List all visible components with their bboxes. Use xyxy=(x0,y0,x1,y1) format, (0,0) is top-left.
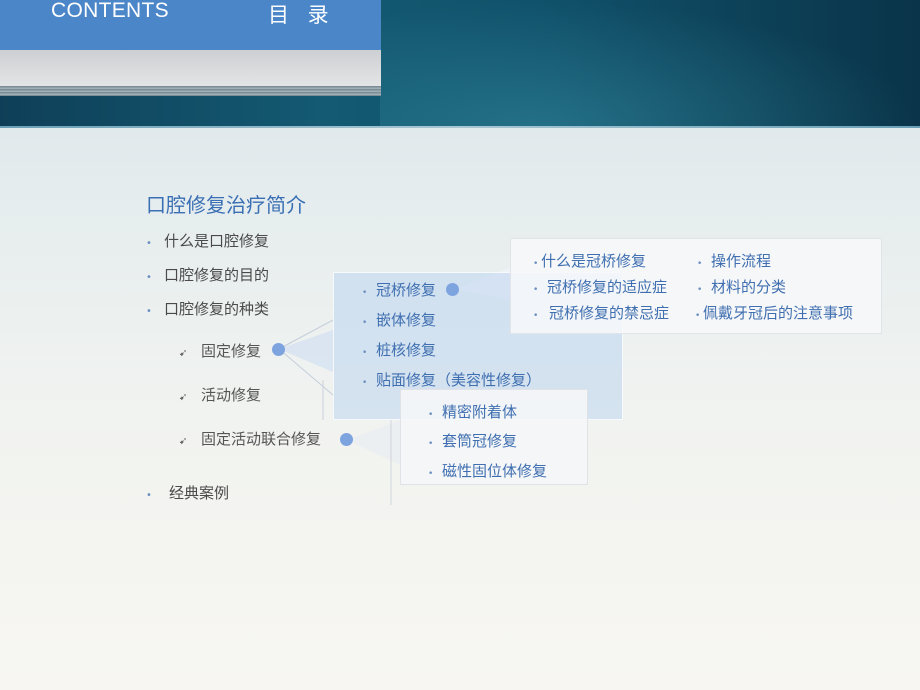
bullet-label: 经典案例 xyxy=(169,484,230,502)
crown-item-label: 冠桥修复的适应症 xyxy=(547,278,668,296)
bullet-item-1[interactable]: • 什么是口腔修复 xyxy=(146,230,269,251)
fixed-item-label: 桩核修复 xyxy=(376,341,437,359)
sub-item-combined[interactable]: ➹ 固定活动联合修复 xyxy=(179,428,321,449)
bullet-item-2[interactable]: • 口腔修复的目的 xyxy=(146,264,269,285)
crown-item-label: 什么是冠桥修复 xyxy=(541,252,647,270)
crown-item-procedure[interactable]: • 操作流程 xyxy=(697,250,771,271)
combined-item-attachment[interactable]: • 精密附着体 xyxy=(428,401,517,422)
combined-item-label: 套筒冠修复 xyxy=(442,432,518,450)
sub-item-fixed[interactable]: ➹ 固定修复 xyxy=(179,340,261,361)
small-dot-icon: • xyxy=(362,378,368,388)
small-dot-icon: • xyxy=(695,311,701,321)
combined-item-label: 精密附着体 xyxy=(442,403,518,421)
small-dot-icon: • xyxy=(428,410,434,420)
crown-item-contraindications[interactable]: • 冠桥修复的禁忌症 xyxy=(533,302,669,323)
arrow-bullet-icon: ➹ xyxy=(179,392,188,403)
fixed-item-label: 贴面修复（美容性修复） xyxy=(376,371,542,389)
small-dot-icon: • xyxy=(697,259,703,269)
connector-fixed xyxy=(279,330,333,372)
small-dot-icon: • xyxy=(533,285,539,295)
bullet-label: 什么是口腔修复 xyxy=(164,232,270,250)
crown-item-label: 材料的分类 xyxy=(711,278,787,296)
crown-item-label: 操作流程 xyxy=(711,252,772,270)
combined-item-telescopic[interactable]: • 套筒冠修复 xyxy=(428,430,517,451)
section-title: 口腔修复治疗简介 xyxy=(146,193,306,217)
bullet-item-3[interactable]: • 口腔修复的种类 xyxy=(146,298,269,319)
small-dot-icon: • xyxy=(533,259,539,269)
fixed-item-label: 嵌体修复 xyxy=(376,311,437,329)
small-dot-icon: • xyxy=(146,272,152,283)
crown-item-label: 冠桥修复的禁忌症 xyxy=(549,304,670,322)
fixed-item-veneer[interactable]: • 贴面修复（美容性修复） xyxy=(362,369,541,390)
fixed-item-label: 冠桥修复 xyxy=(376,281,437,299)
sub-item-label: 固定修复 xyxy=(201,342,262,360)
crown-item-what[interactable]: • 什么是冠桥修复 xyxy=(533,250,646,271)
small-dot-icon: • xyxy=(362,318,368,328)
circle-node-icon xyxy=(446,283,459,296)
bullet-label: 口腔修复的种类 xyxy=(164,300,270,318)
arrow-bullet-icon: ➹ xyxy=(179,436,188,447)
fixed-item-post-core[interactable]: • 桩核修复 xyxy=(362,339,436,360)
connector-combined xyxy=(347,420,400,465)
bullet-item-cases[interactable]: • 经典案例 xyxy=(146,482,229,503)
small-dot-icon: • xyxy=(428,469,434,479)
combined-item-magnetic[interactable]: • 磁性固位体修复 xyxy=(428,460,547,481)
circle-node-icon xyxy=(340,433,353,446)
circle-node-icon xyxy=(272,343,285,356)
arrow-bullet-icon: ➹ xyxy=(179,348,188,359)
crown-item-indications[interactable]: • 冠桥修复的适应症 xyxy=(533,276,667,297)
sub-item-label: 活动修复 xyxy=(201,386,262,404)
small-dot-icon: • xyxy=(428,439,434,449)
small-dot-icon: • xyxy=(146,238,152,249)
small-dot-icon: • xyxy=(697,285,703,295)
sub-item-label: 固定活动联合修复 xyxy=(201,430,322,448)
small-dot-icon: • xyxy=(362,348,368,358)
small-dot-icon: • xyxy=(362,288,368,298)
bullet-label: 口腔修复的目的 xyxy=(164,266,270,284)
small-dot-icon: • xyxy=(533,311,539,321)
crown-item-materials[interactable]: • 材料的分类 xyxy=(697,276,786,297)
small-dot-icon: • xyxy=(146,490,152,501)
fixed-item-crown-bridge[interactable]: • 冠桥修复 xyxy=(362,279,436,300)
crown-item-label: 佩戴牙冠后的注意事项 xyxy=(703,304,854,322)
combined-item-label: 磁性固位体修复 xyxy=(442,462,548,480)
sub-item-removable[interactable]: ➹ 活动修复 xyxy=(179,384,261,405)
fixed-item-inlay[interactable]: • 嵌体修复 xyxy=(362,309,436,330)
small-dot-icon: • xyxy=(146,306,152,317)
crown-item-aftercare[interactable]: • 佩戴牙冠后的注意事项 xyxy=(695,302,853,323)
